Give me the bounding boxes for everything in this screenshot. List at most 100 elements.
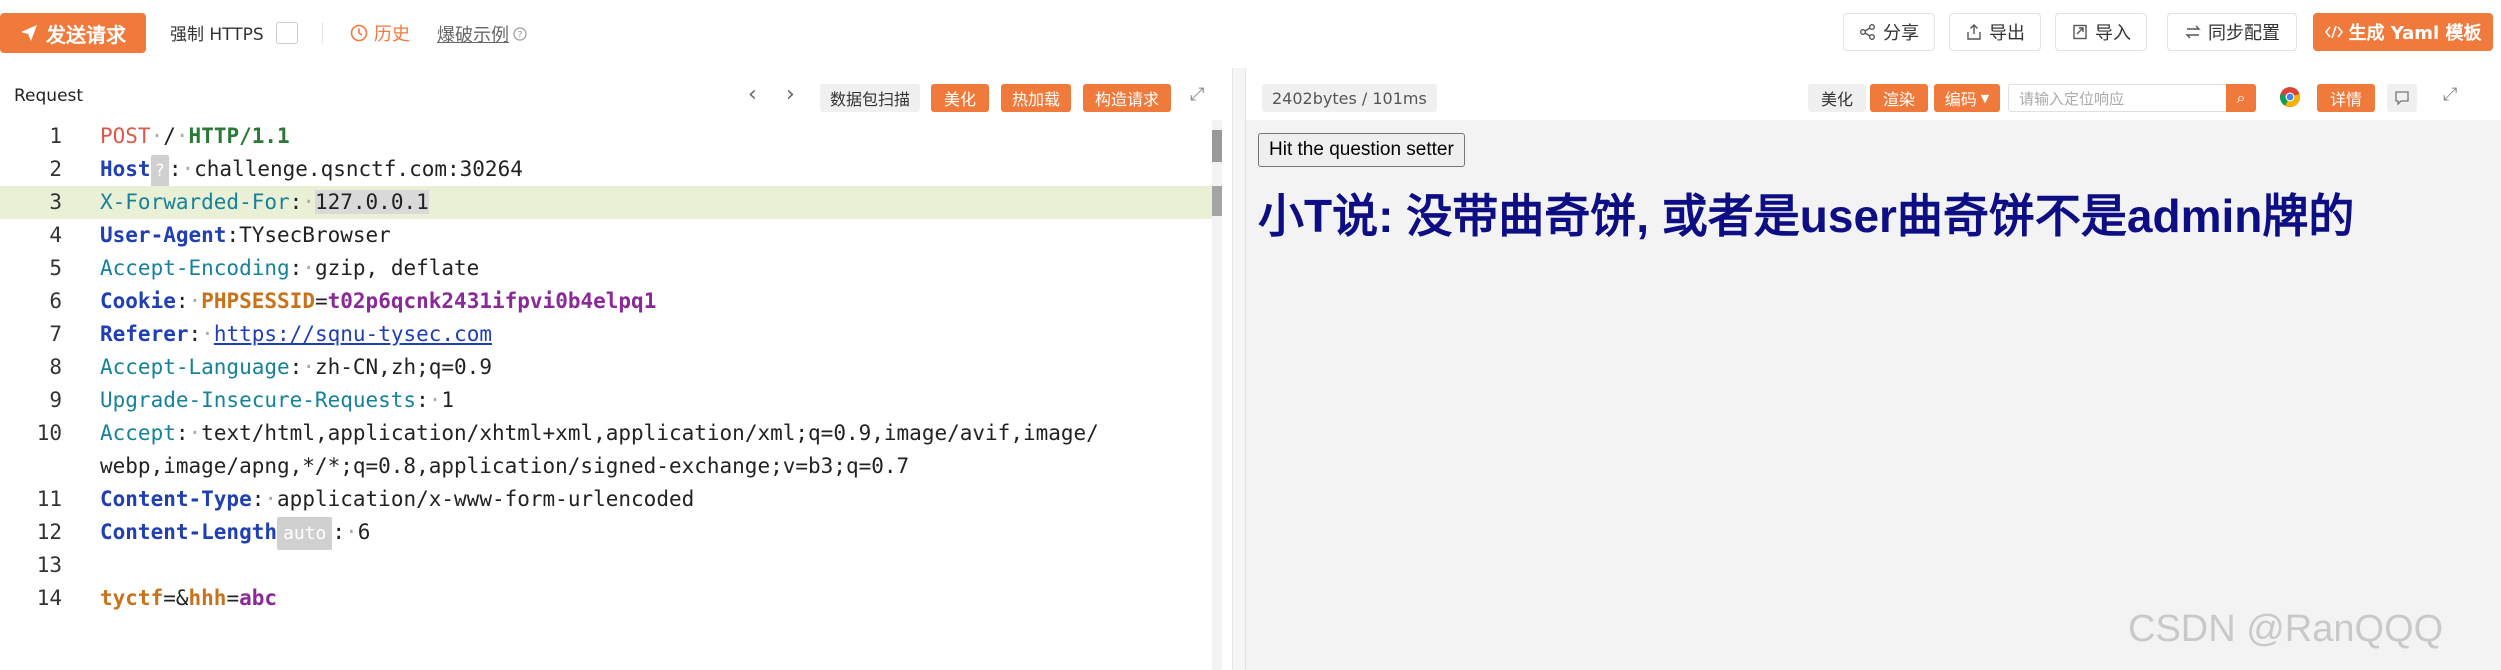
search-icon[interactable]: ⌕ [2226, 84, 2256, 112]
code-line: 14 tyctf=&hhh=abc [0, 582, 1218, 615]
header-value: challenge.qsnctf.com:30264 [194, 157, 523, 181]
header-name: X-Forwarded-For [100, 190, 290, 214]
response-expand-icon[interactable]: ⤢ [2443, 84, 2457, 105]
expand-icon[interactable]: ⤢ [1190, 84, 1204, 105]
sync-label: 同步配置 [2208, 23, 2280, 44]
response-size-time: 2402bytes / 101ms [1262, 84, 1437, 112]
encoding-dropdown[interactable]: 编码 ▼ [1934, 84, 2000, 112]
scrollbar-thumb[interactable] [1212, 130, 1222, 162]
send-request-button[interactable]: 发送请求 [0, 13, 146, 53]
line-number: 6 [49, 289, 62, 313]
code-line: 9 Upgrade-Insecure-Requests:·1 [0, 384, 1218, 417]
cookie-name: PHPSESSID [201, 289, 315, 313]
share-icon [1860, 24, 1875, 40]
code-line: 7 Referer:·https://sqnu-tysec.com [0, 318, 1218, 351]
header-value: 1 [441, 388, 455, 412]
beautify-button[interactable]: 美化 [931, 84, 989, 112]
code-line: 4 User-Agent:TYsecBrowser [0, 219, 1218, 252]
force-https-checkbox[interactable] [275, 21, 298, 44]
response-beautify-button[interactable]: 美化 [1808, 84, 1866, 112]
header-value: 127.0.0.1 [314, 190, 429, 214]
response-panel-header: 2402bytes / 101ms 美化 渲染 编码 ▼ 请输入定位响应 ⌕ 详情… [1246, 68, 2501, 120]
import-button[interactable]: 导入 [2055, 13, 2147, 51]
cookie-value: t02p6qcnk2431ifpvi0b4elpq1 [327, 289, 657, 313]
code-line: 6 Cookie:·PHPSESSID=t02p6qcnk2431ifpvi0b… [0, 285, 1218, 318]
header-name: Cookie [100, 289, 176, 313]
render-button[interactable]: 渲染 [1870, 84, 1928, 112]
history-button[interactable]: 历史 [350, 20, 410, 46]
force-https-label: 强制 HTTPS [170, 25, 264, 45]
code-line: 13 [0, 549, 1218, 582]
header-value: TYsecBrowser [239, 223, 391, 247]
code-line: 5 Accept-Encoding:·gzip, deflate [0, 252, 1218, 285]
line-number: 7 [49, 322, 62, 346]
construct-request-button[interactable]: 构造请求 [1083, 84, 1171, 112]
hit-question-setter-button[interactable]: Hit the question setter [1258, 133, 1465, 167]
details-button[interactable]: 详情 [2317, 84, 2375, 112]
header-name: Host [100, 157, 151, 181]
header-name: Referer [100, 322, 189, 346]
line-number: 11 [36, 487, 62, 511]
code-line: 11 Content-Type:·application/x-www-form-… [0, 483, 1218, 516]
send-request-label: 发送请求 [46, 22, 126, 47]
toolbar-divider [322, 22, 323, 44]
help-badge[interactable]: ? [150, 155, 169, 188]
request-editor[interactable]: 1 POST·/·HTTP/1.1 2 Host?:·challenge.qsn… [0, 120, 1218, 670]
watermark: CSDN @RanQQQ [2128, 608, 2444, 650]
line-number: 5 [49, 256, 62, 280]
code-line: 2 Host?:·challenge.qsnctf.com:30264 [0, 153, 1218, 188]
line-number: 8 [49, 355, 62, 379]
line-number: 13 [36, 553, 62, 577]
request-path: / [163, 124, 176, 148]
code-line-highlighted: 3 X-Forwarded-For:·127.0.0.1 [0, 186, 1218, 219]
example-link[interactable]: 爆破示例 ? [437, 21, 527, 47]
request-panel-title: Request [14, 86, 84, 106]
header-name: Content-Length [100, 520, 278, 544]
header-value: application/x-www-form-urlencoded [277, 487, 695, 511]
rendered-response: Hit the question setter 小T说: 没带曲奇饼, 或者是u… [1246, 120, 2501, 670]
example-label: 爆破示例 [437, 25, 509, 46]
header-name: Content-Type [100, 487, 252, 511]
header-value: zh-CN,zh;q=0.9 [314, 355, 492, 379]
import-icon [2073, 24, 2087, 40]
response-message: 小T说: 没带曲奇饼, 或者是user曲奇饼不是admin牌的 [1258, 190, 2355, 242]
force-https-toggle[interactable]: 强制 HTTPS [170, 20, 298, 45]
header-value-continued: webp,image/apng,*/*;q=0.8,application/si… [100, 454, 910, 478]
share-button[interactable]: 分享 [1843, 13, 1935, 51]
body-separator: =& [163, 586, 189, 610]
header-name: Accept [100, 421, 176, 445]
body-param-value: abc [239, 586, 278, 610]
export-button[interactable]: 导出 [1949, 13, 2041, 51]
line-number: 4 [49, 223, 62, 247]
request-method: POST [100, 124, 151, 148]
referer-link[interactable]: https://sqnu-tysec.com [214, 322, 492, 346]
sync-config-button[interactable]: 同步配置 [2167, 13, 2297, 51]
panel-resize-handle[interactable] [1232, 68, 1246, 670]
header-name: Accept-Encoding [100, 256, 290, 280]
line-number: 14 [36, 586, 62, 610]
line-number: 12 [36, 520, 62, 544]
header-value: text/html,application/xhtml+xml,applicat… [201, 421, 1099, 445]
import-label: 导入 [2095, 23, 2131, 44]
generate-yaml-button[interactable]: 生成 Yaml 模板 [2313, 13, 2493, 51]
chevron-right-icon[interactable]: › [786, 82, 795, 107]
header-name: Upgrade-Insecure-Requests [100, 388, 417, 412]
chrome-icon[interactable] [2279, 86, 2301, 112]
generate-yaml-label: 生成 Yaml 模板 [2348, 23, 2482, 44]
comment-icon[interactable] [2387, 84, 2417, 112]
line-number: 9 [49, 388, 62, 412]
hotload-button[interactable]: 热加载 [1001, 84, 1071, 112]
line-number: 1 [49, 124, 62, 148]
chevron-left-icon[interactable]: ‹ [748, 82, 757, 107]
history-label: 历史 [374, 24, 410, 45]
auto-badge[interactable]: auto [277, 517, 333, 550]
svg-text:?: ? [518, 31, 523, 41]
code-line: 12 Content-Length auto:·6 [0, 516, 1218, 550]
help-icon: ? [513, 27, 527, 41]
top-toolbar: 发送请求 强制 HTTPS 历史 爆破示例 ? 分享 导出 导入 同步配置 生成… [0, 0, 2501, 68]
export-icon [1967, 24, 1981, 40]
line-number: 3 [49, 190, 62, 214]
packet-scan-button[interactable]: 数据包扫描 [820, 84, 920, 112]
body-param-name: tyctf [100, 586, 164, 610]
response-search-input[interactable]: 请输入定位响应 [2008, 84, 2238, 112]
